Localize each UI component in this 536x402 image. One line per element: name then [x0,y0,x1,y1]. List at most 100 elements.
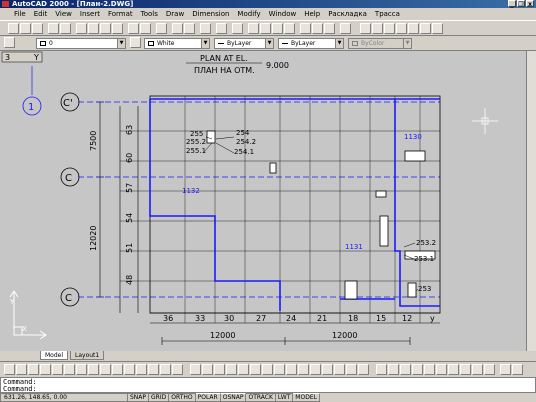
command-line[interactable]: Command: Command: [0,377,536,393]
command-prompt[interactable]: Command: [3,386,533,393]
menu-draw[interactable]: Draw [162,10,188,18]
menu-modify[interactable]: Modify [233,10,264,18]
lineweight-dropdown[interactable]: ByLayer ▼ [278,38,344,49]
otrack-toggle[interactable]: OTRACK [246,393,276,402]
polar-toggle[interactable]: POLAR [195,393,221,402]
dimension-style-icon[interactable] [512,364,523,375]
grid-toggle[interactable]: GRID [149,393,170,402]
tool-icon-3[interactable] [384,23,395,34]
ucs-icon[interactable] [184,23,195,34]
snap-center-icon[interactable] [412,364,423,375]
save-icon[interactable] [32,23,43,34]
dimension-icon[interactable] [500,364,511,375]
copy-icon[interactable] [88,23,99,34]
plotstyle-dropdown[interactable]: ByColor ▼ [348,38,412,49]
tool-icon-4[interactable] [396,23,407,34]
stretch-icon[interactable] [286,364,297,375]
chamfer-icon[interactable] [334,364,345,375]
snap-intersection-icon[interactable] [400,364,411,375]
menu-tools[interactable]: Tools [137,10,162,18]
tool-icon-6[interactable] [420,23,431,34]
zoom-realtime-icon[interactable] [260,23,271,34]
construction-line-icon[interactable] [16,364,27,375]
copy-object-icon[interactable] [202,364,213,375]
ortho-toggle[interactable]: ORTHO [169,393,196,402]
rectangle-icon[interactable] [52,364,63,375]
lwt-toggle[interactable]: LWT [275,393,294,402]
menu-window[interactable]: Window [265,10,301,18]
zoom-window-icon[interactable] [272,23,283,34]
coordinate-readout[interactable]: 631.26, 148.65, 0.00 [0,393,128,402]
snap-none-icon[interactable] [472,364,483,375]
polygon-icon[interactable] [40,364,51,375]
open-file-icon[interactable] [20,23,31,34]
properties-icon[interactable] [300,23,311,34]
object-snap-icon[interactable] [172,23,183,34]
model-toggle[interactable]: MODEL [293,393,320,402]
tab-model[interactable]: Model [40,351,69,360]
zoom-previous-icon[interactable] [284,23,295,34]
print-icon[interactable] [48,23,59,34]
line-icon[interactable] [4,364,15,375]
snap-quadrant-icon[interactable] [424,364,435,375]
rotate-icon[interactable] [262,364,273,375]
tool-icon-5[interactable] [408,23,419,34]
menu-view[interactable]: View [51,10,76,18]
spline-icon[interactable] [88,364,99,375]
snap-perpendicular-icon[interactable] [448,364,459,375]
layer-dropdown[interactable]: 0 ▼ [36,38,126,49]
snap-nearest-icon[interactable] [460,364,471,375]
paste-icon[interactable] [100,23,111,34]
fillet-icon[interactable] [346,364,357,375]
ellipse-icon[interactable] [100,364,111,375]
new-file-icon[interactable] [8,23,19,34]
make-current-layer-icon[interactable] [130,37,141,48]
move-icon[interactable] [250,364,261,375]
polyline-icon[interactable] [28,364,39,375]
array-icon[interactable] [238,364,249,375]
redo-icon[interactable] [140,23,151,34]
print-preview-icon[interactable] [60,23,71,34]
undo-icon[interactable] [128,23,139,34]
point-icon[interactable] [136,364,147,375]
help-icon[interactable] [340,23,351,34]
menu-insert[interactable]: Insert [76,10,104,18]
tool-icon-1[interactable] [360,23,371,34]
menu-help[interactable]: Help [300,10,324,18]
menu-raskladka[interactable]: Раскладка [324,10,371,18]
snap-midpoint-icon[interactable] [388,364,399,375]
tool-icon-7[interactable] [432,23,443,34]
hatch-icon[interactable] [148,364,159,375]
minimize-button[interactable]: _ [508,0,516,8]
layer-manager-icon[interactable] [4,37,15,48]
circle-icon[interactable] [76,364,87,375]
trim-icon[interactable] [298,364,309,375]
break-icon[interactable] [322,364,333,375]
vertical-scrollbar[interactable] [526,51,536,351]
mtext-icon[interactable] [172,364,183,375]
linetype-dropdown[interactable]: ByLayer ▼ [214,38,274,49]
drawing-canvas[interactable]: 3 Y PLAN AT EL. ПЛАН НА ОТМ. 9.000 1 C' … [0,51,526,351]
osnap-toggle[interactable]: OSNAP [220,393,247,402]
menu-format[interactable]: Format [104,10,137,18]
menu-edit[interactable]: Edit [30,10,52,18]
redraw-icon[interactable] [216,23,227,34]
tab-layout1[interactable]: Layout1 [70,351,105,360]
arc-icon[interactable] [64,364,75,375]
design-center-icon[interactable] [312,23,323,34]
tool-icon-2[interactable] [372,23,383,34]
osnap-settings-icon[interactable] [484,364,495,375]
extend-icon[interactable] [310,364,321,375]
hyperlink-icon[interactable] [156,23,167,34]
autocad-app-icon[interactable] [2,1,9,7]
menu-file[interactable]: File [10,10,30,18]
pan-icon[interactable] [248,23,259,34]
menu-dimension[interactable]: Dimension [188,10,233,18]
menu-trassa[interactable]: Трасса [371,10,404,18]
make-block-icon[interactable] [124,364,135,375]
cut-icon[interactable] [76,23,87,34]
snap-toggle[interactable]: SNAP [128,393,150,402]
erase-icon[interactable] [190,364,201,375]
snap-endpoint-icon[interactable] [376,364,387,375]
color-dropdown[interactable]: White ▼ [144,38,210,49]
